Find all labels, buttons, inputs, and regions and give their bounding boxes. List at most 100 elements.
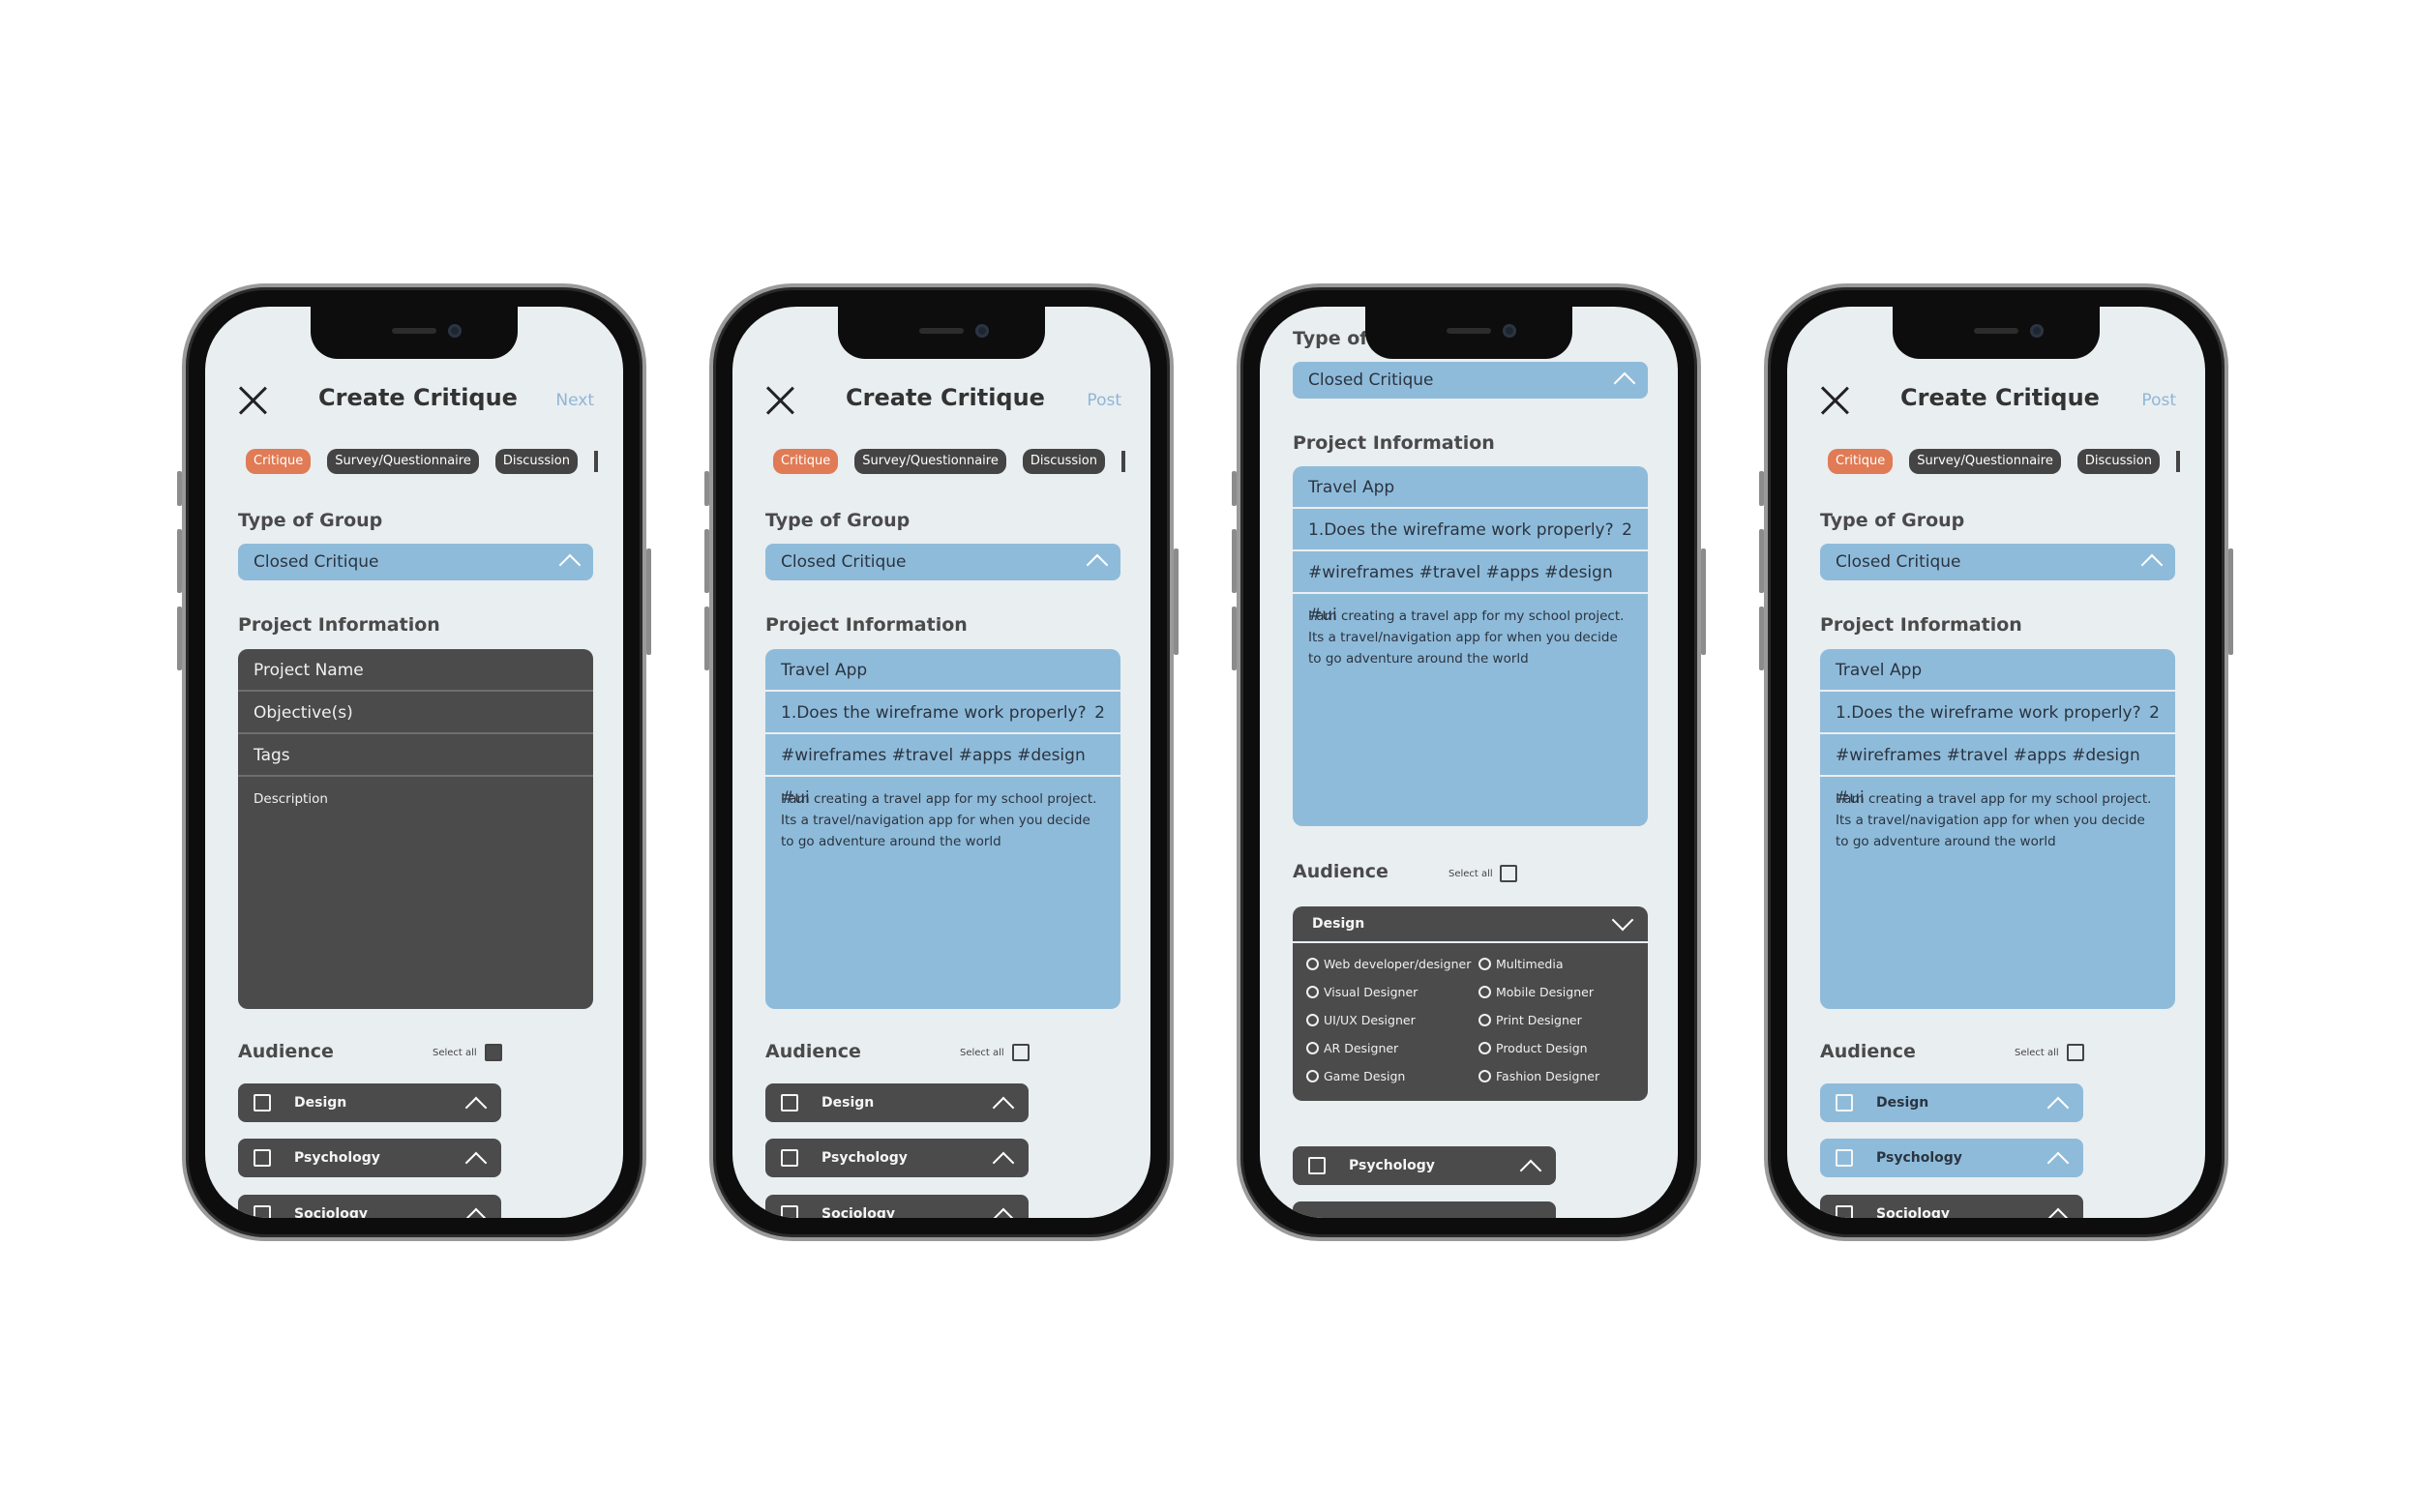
tab-discussion[interactable]: Discussion bbox=[2076, 449, 2160, 474]
select-all-checkbox[interactable] bbox=[1500, 865, 1517, 882]
tab-discussion[interactable]: Discussion bbox=[494, 449, 578, 474]
chevron-up-icon[interactable] bbox=[464, 1096, 488, 1119]
audience-item[interactable]: Psychology bbox=[1293, 1146, 1556, 1185]
option-mobile-designer[interactable]: Mobile Designer bbox=[1478, 985, 1648, 999]
checkbox[interactable] bbox=[1836, 1149, 1853, 1167]
tab-critique[interactable]: Critique bbox=[1828, 449, 1894, 474]
option-web-developer[interactable]: Web developer/designer bbox=[1306, 957, 1478, 971]
option-uiux-designer[interactable]: UI/UX Designer bbox=[1306, 1013, 1478, 1027]
select-all-checkbox[interactable] bbox=[2067, 1044, 2084, 1061]
description-field[interactable]: I am creating a travel app for my school… bbox=[765, 777, 1120, 864]
phone-4: Create Critique Post Critique Survey/Que… bbox=[1759, 283, 2233, 1241]
project-name-field[interactable]: Travel App bbox=[1293, 466, 1648, 509]
project-name-field[interactable]: Project Name bbox=[238, 649, 593, 692]
chevron-up-icon[interactable] bbox=[2046, 1096, 2070, 1119]
audience-item[interactable]: Psychology bbox=[765, 1139, 1029, 1177]
option-game-design[interactable]: Game Design bbox=[1306, 1069, 1478, 1083]
option-label: AR Designer bbox=[1324, 1041, 1399, 1055]
post-button[interactable]: Post bbox=[2141, 391, 2176, 410]
audience-item[interactable]: Design bbox=[238, 1083, 501, 1122]
option-visual-designer[interactable]: Visual Designer bbox=[1306, 985, 1478, 999]
phone-1: Create Critique Next Critique Survey/Que… bbox=[177, 283, 651, 1241]
chevron-down-icon[interactable] bbox=[1611, 908, 1634, 932]
project-name-field[interactable]: Travel App bbox=[765, 649, 1120, 692]
checkbox[interactable] bbox=[1836, 1094, 1853, 1112]
project-info-label: Project Information bbox=[238, 614, 440, 636]
tab-critique[interactable]: Critique bbox=[246, 449, 312, 474]
checkbox[interactable] bbox=[781, 1094, 798, 1112]
audience-item[interactable]: Design bbox=[1820, 1083, 2083, 1122]
select-all-checkbox[interactable] bbox=[1012, 1044, 1030, 1061]
radio-icon[interactable] bbox=[1306, 1014, 1319, 1026]
option-fashion-designer[interactable]: Fashion Designer bbox=[1478, 1069, 1648, 1083]
group-select[interactable]: Closed Critique bbox=[1820, 544, 2175, 580]
tags-field[interactable]: #wireframes #travel #apps #design #ui bbox=[765, 734, 1120, 808]
dropdown-header[interactable]: Design bbox=[1293, 906, 1648, 943]
chevron-up-icon[interactable] bbox=[992, 1207, 1015, 1218]
audience-item-partial[interactable] bbox=[1293, 1201, 1556, 1218]
audience-item-label: Design bbox=[294, 1095, 347, 1111]
tab-discussion[interactable]: Discussion bbox=[1022, 449, 1105, 474]
chevron-up-icon[interactable] bbox=[992, 1151, 1015, 1174]
chevron-up-icon[interactable] bbox=[992, 1096, 1015, 1119]
tab-critique[interactable]: Critique bbox=[773, 449, 839, 474]
tags-field[interactable]: Tags bbox=[238, 734, 593, 777]
objective-field[interactable]: 1.Does the wireframe work properly? 2 bbox=[765, 692, 1120, 734]
chevron-up-icon[interactable] bbox=[1519, 1159, 1542, 1182]
tab-survey[interactable]: Survey/Questionnaire bbox=[327, 449, 479, 474]
chevron-up-icon[interactable] bbox=[464, 1151, 488, 1174]
tags-field[interactable]: #wireframes #travel #apps #design #ui bbox=[1820, 734, 2175, 808]
option-multimedia[interactable]: Multimedia bbox=[1478, 957, 1648, 971]
description-field[interactable]: Description bbox=[238, 777, 593, 821]
audience-item-label: Design bbox=[1876, 1095, 1929, 1111]
checkbox[interactable] bbox=[254, 1149, 271, 1167]
checkbox[interactable] bbox=[1308, 1157, 1326, 1174]
tab-more[interactable] bbox=[1121, 451, 1129, 472]
tags-field[interactable]: #wireframes #travel #apps #design #ui bbox=[1293, 551, 1648, 625]
chevron-up-icon[interactable] bbox=[2046, 1207, 2070, 1218]
radio-icon[interactable] bbox=[1306, 986, 1319, 998]
radio-icon[interactable] bbox=[1306, 958, 1319, 970]
audience-item[interactable]: Sociology bbox=[765, 1195, 1029, 1218]
tab-more[interactable] bbox=[2176, 451, 2184, 472]
audience-item[interactable]: Sociology bbox=[238, 1195, 501, 1218]
checkbox[interactable] bbox=[254, 1205, 271, 1218]
objective-field[interactable]: Objective(s) bbox=[238, 692, 593, 734]
group-select[interactable]: Closed Critique bbox=[238, 544, 593, 580]
group-select[interactable]: Closed Critique bbox=[765, 544, 1120, 580]
option-product-design[interactable]: Product Design bbox=[1478, 1041, 1648, 1055]
next-button[interactable]: Next bbox=[555, 391, 594, 410]
radio-icon[interactable] bbox=[1478, 986, 1491, 998]
option-print-designer[interactable]: Print Designer bbox=[1478, 1013, 1648, 1027]
tab-survey[interactable]: Survey/Questionnaire bbox=[854, 449, 1006, 474]
checkbox[interactable] bbox=[254, 1094, 271, 1112]
project-name-field[interactable]: Travel App bbox=[1820, 649, 2175, 692]
audience-item[interactable]: Sociology bbox=[1820, 1195, 2083, 1218]
chevron-up-icon[interactable] bbox=[464, 1207, 488, 1218]
group-select[interactable]: Closed Critique bbox=[1293, 362, 1648, 399]
radio-icon[interactable] bbox=[1478, 1070, 1491, 1082]
description-field[interactable]: I am creating a travel app for my school… bbox=[1820, 777, 2175, 864]
option-ar-designer[interactable]: AR Designer bbox=[1306, 1041, 1478, 1055]
radio-icon[interactable] bbox=[1478, 1042, 1491, 1054]
radio-icon[interactable] bbox=[1306, 1042, 1319, 1054]
radio-icon[interactable] bbox=[1306, 1070, 1319, 1082]
checkbox[interactable] bbox=[1836, 1205, 1853, 1218]
chevron-up-icon[interactable] bbox=[2046, 1151, 2070, 1174]
objective-field[interactable]: 1.Does the wireframe work properly? 2 bbox=[1293, 509, 1648, 551]
radio-icon[interactable] bbox=[1478, 1014, 1491, 1026]
select-all-checkbox[interactable] bbox=[485, 1044, 502, 1061]
post-button[interactable]: Post bbox=[1087, 391, 1121, 410]
chevron-up-icon bbox=[1086, 553, 1109, 577]
checkbox[interactable] bbox=[781, 1205, 798, 1218]
audience-item-label: Sociology bbox=[1876, 1206, 1950, 1218]
audience-item[interactable]: Psychology bbox=[1820, 1139, 2083, 1177]
tab-survey[interactable]: Survey/Questionnaire bbox=[1909, 449, 2061, 474]
tab-more[interactable] bbox=[594, 451, 602, 472]
description-field[interactable]: I am creating a travel app for my school… bbox=[1293, 594, 1648, 681]
checkbox[interactable] bbox=[781, 1149, 798, 1167]
audience-item[interactable]: Psychology bbox=[238, 1139, 501, 1177]
radio-icon[interactable] bbox=[1478, 958, 1491, 970]
audience-item[interactable]: Design bbox=[765, 1083, 1029, 1122]
objective-field[interactable]: 1.Does the wireframe work properly? 2 bbox=[1820, 692, 2175, 734]
